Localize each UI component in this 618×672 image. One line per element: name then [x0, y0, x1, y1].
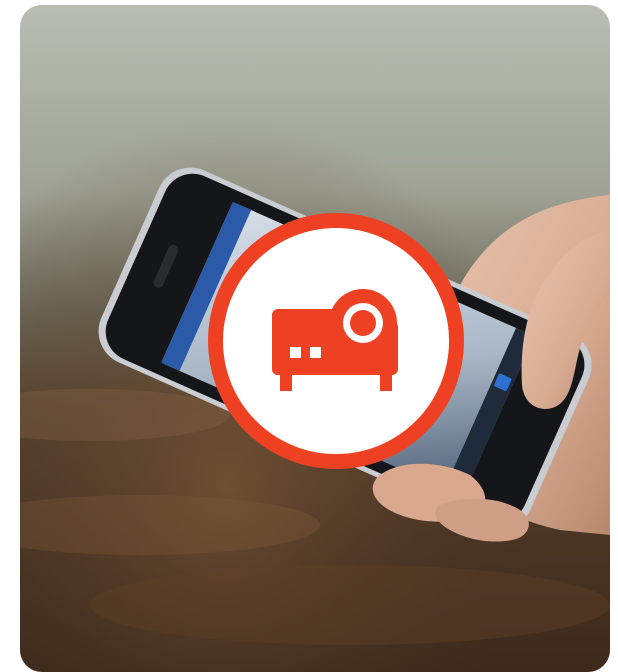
- projector-icon: [272, 289, 398, 391]
- projector-badge[interactable]: [208, 213, 464, 469]
- page: [0, 0, 618, 672]
- media-card[interactable]: [20, 5, 610, 672]
